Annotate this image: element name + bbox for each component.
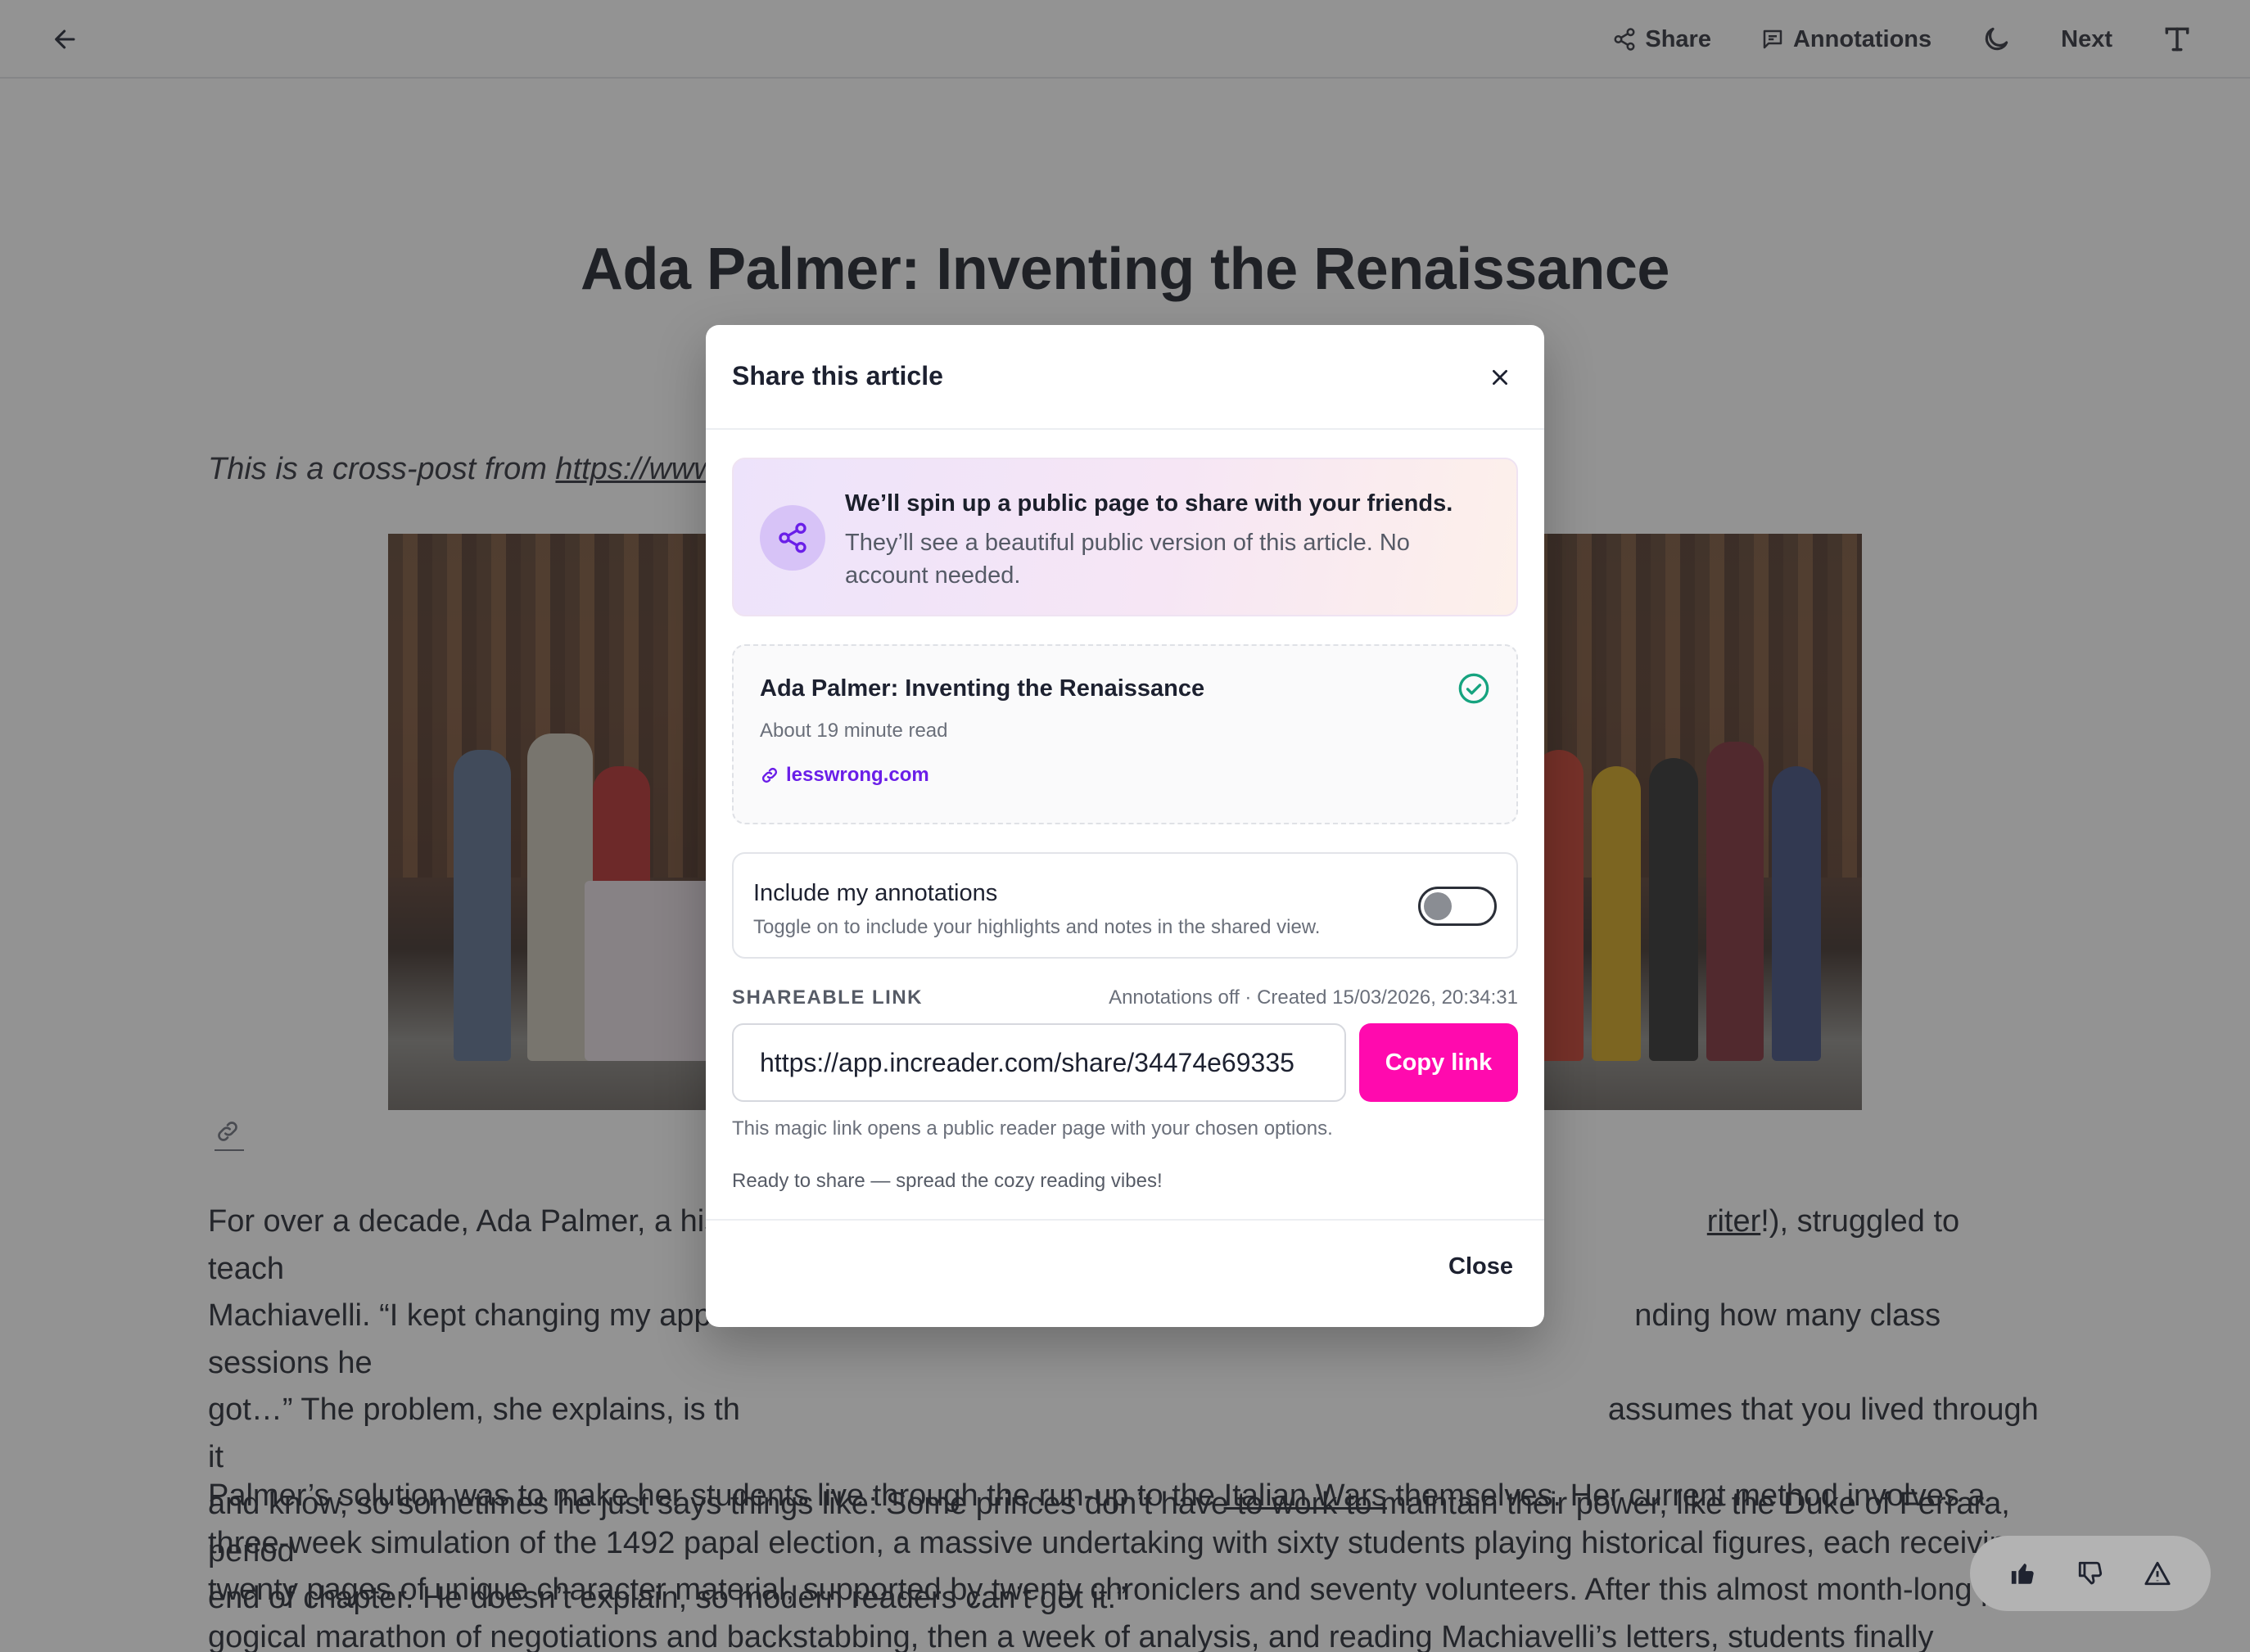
close-icon [1493, 370, 1507, 385]
feedback-bar [1970, 1536, 2211, 1611]
info-subtext: They’ll see a beautiful public version o… [845, 530, 1410, 589]
preview-title: Ada Palmer: Inventing the Renaissance [760, 675, 1205, 702]
toggle-subtext: Toggle on to include your highlights and… [753, 916, 1321, 938]
share-icon [779, 522, 806, 553]
share-badge [760, 505, 825, 571]
close-button[interactable]: Close [1448, 1253, 1513, 1280]
modal-close-button[interactable] [1484, 361, 1516, 394]
link-meta: Annotations off · Created 15/03/2026, 20… [1109, 986, 1518, 1009]
report-button[interactable] [2144, 1559, 2171, 1587]
ready-note: Ready to share — spread the cozy reading… [732, 1170, 1163, 1192]
shareable-link-label: SHAREABLE LINK [732, 986, 924, 1009]
thumbs-up-icon [2011, 1563, 2034, 1584]
info-heading: We’ll spin up a public page to share wit… [845, 490, 1453, 517]
toggle-title: Include my annotations [753, 880, 998, 906]
modal-footer: Close [706, 1219, 1544, 1327]
magic-link-note: This magic link opens a public reader pa… [732, 1117, 1333, 1140]
modal-header: Share this article [706, 325, 1544, 430]
warning-icon [2144, 1561, 2171, 1586]
thumbs-down-button[interactable] [2076, 1559, 2104, 1587]
modal-title: Share this article [732, 361, 943, 390]
toggle-knob [1424, 892, 1452, 920]
share-info-banner: We’ll spin up a public page to share wit… [732, 458, 1518, 616]
annotations-toggle-card: Include my annotations Toggle on to incl… [732, 852, 1518, 959]
shareable-link-field[interactable] [732, 1023, 1346, 1102]
source-link[interactable]: lesswrong.com [760, 764, 929, 787]
source-domain: lesswrong.com [786, 764, 929, 786]
include-annotations-toggle[interactable] [1418, 887, 1497, 926]
thumbs-down-icon [2078, 1561, 2103, 1585]
thumbs-up-button[interactable] [2009, 1559, 2037, 1587]
link-icon [761, 767, 778, 783]
share-modal: Share this article We’ll spin up a publi… [706, 325, 1544, 1327]
copy-link-button[interactable]: Copy link [1359, 1023, 1518, 1102]
read-time: About 19 minute read [760, 720, 948, 742]
check-circle-icon [1457, 672, 1490, 709]
article-preview-card: Ada Palmer: Inventing the Renaissance Ab… [732, 644, 1518, 824]
